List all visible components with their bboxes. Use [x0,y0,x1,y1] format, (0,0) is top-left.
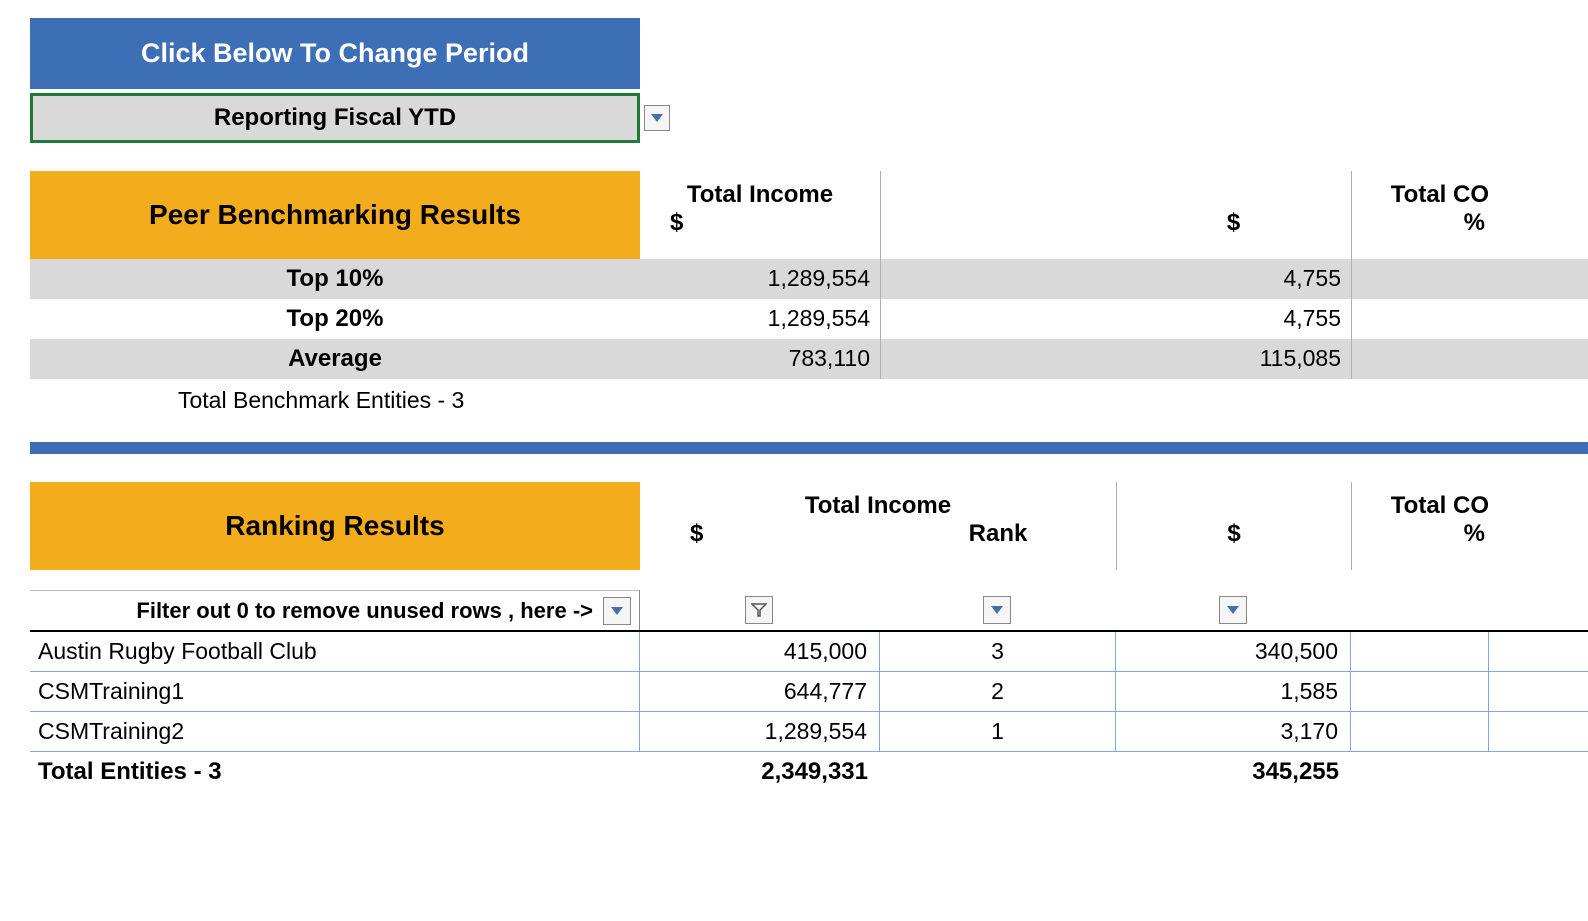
ranking-income: 415,000 [640,632,880,671]
filter-hint-label: Filter out 0 to remove unused rows , her… [136,598,593,624]
ranking-total-co: 345,255 [1116,752,1351,792]
period-dropdown[interactable]: Reporting Fiscal YTD [30,93,640,143]
benchmark-row-income: 1,289,554 [640,259,880,299]
ranking-rank: 2 [880,672,1116,711]
ranking-total-row: Total Entities - 3 2,349,331 345,255 [30,752,1588,792]
benchmark-row-co: 4,755 [1116,299,1351,339]
period-dropdown-button[interactable] [644,105,670,131]
ranking-rank: 3 [880,632,1116,671]
filter-button-rank[interactable] [983,596,1011,624]
ranking-co: 3,170 [1116,712,1351,751]
ranking-heading: Ranking Results [30,482,640,570]
benchmark-entities-note: Total Benchmark Entities - 3 [30,379,1588,420]
ranking-co-dollar: $ [1117,520,1351,554]
chevron-down-icon [991,606,1003,614]
ranking-row: CSMTraining1 644,777 2 1,585 [30,672,1588,712]
ranking-rank-header: Rank [880,520,1116,554]
ranking-income-header: Total Income [640,482,1116,520]
ranking-row: Austin Rugby Football Club 415,000 3 340… [30,632,1588,672]
ranking-total-label: Total Entities - 3 [30,752,640,792]
benchmark-co-dollar: $ [1116,209,1351,243]
filter-active-icon [751,603,767,617]
ranking-entity-name: CSMTraining1 [30,672,640,711]
ranking-total-income: 2,349,331 [640,752,880,792]
filter-button-name[interactable] [603,597,631,625]
benchmark-heading: Peer Benchmarking Results [30,171,640,259]
benchmark-row-income: 1,289,554 [640,299,880,339]
chevron-down-icon [611,607,623,615]
benchmark-row-income: 783,110 [640,339,880,379]
benchmark-row-co: 115,085 [1116,339,1351,379]
period-title: Click Below To Change Period [30,18,640,89]
filter-button-income[interactable] [745,596,773,624]
ranking-entity-name: Austin Rugby Football Club [30,632,640,671]
benchmark-income-dollar: $ [640,209,880,243]
benchmark-co-header: Total CO [1352,171,1489,209]
ranking-co-header: Total CO [1352,482,1489,520]
ranking-entity-name: CSMTraining2 [30,712,640,751]
chevron-down-icon [651,114,663,122]
ranking-co: 340,500 [1116,632,1351,671]
benchmark-row-label: Top 10% [30,259,640,299]
benchmark-income-header: Total Income [640,171,880,209]
benchmark-co-pct: % [1352,209,1489,243]
filter-button-co[interactable] [1219,596,1247,624]
separator-bar [30,442,1588,454]
ranking-co: 1,585 [1116,672,1351,711]
ranking-rank: 1 [880,712,1116,751]
ranking-income-dollar: $ [640,520,880,554]
benchmark-row-average: Average 783,110 115,085 [30,339,1588,379]
benchmark-row-co: 4,755 [1116,259,1351,299]
benchmark-row-label: Average [30,339,640,379]
ranking-income: 1,289,554 [640,712,880,751]
ranking-co-pct: % [1352,520,1489,554]
benchmark-row-top20: Top 20% 1,289,554 4,755 [30,299,1588,339]
chevron-down-icon [1227,606,1239,614]
benchmark-row-label: Top 20% [30,299,640,339]
ranking-income: 644,777 [640,672,880,711]
benchmark-row-top10: Top 10% 1,289,554 4,755 [30,259,1588,299]
ranking-row: CSMTraining2 1,289,554 1 3,170 [30,712,1588,752]
